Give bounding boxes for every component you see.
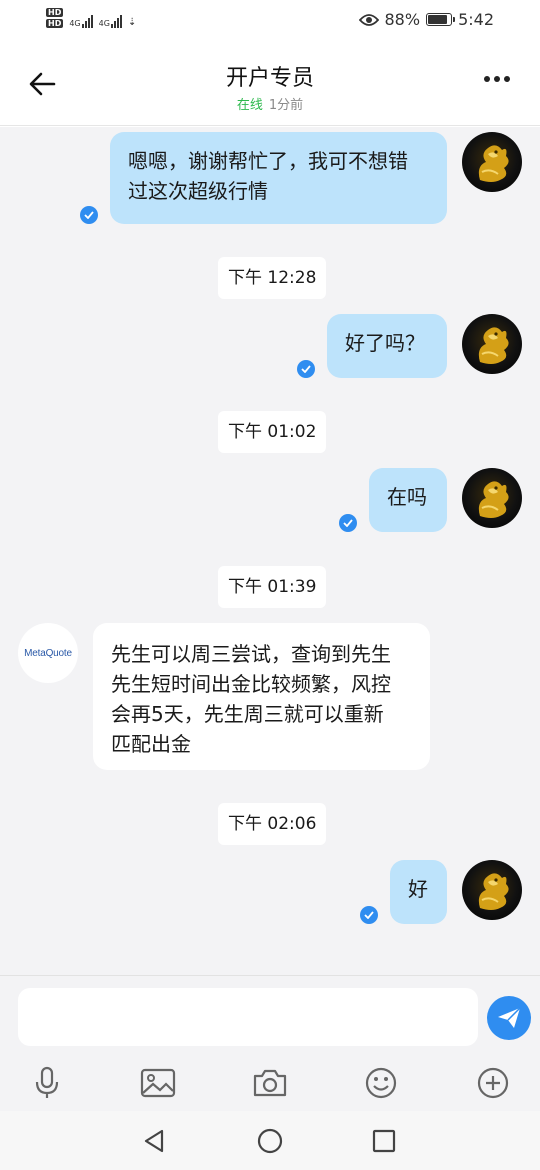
message-input[interactable] <box>18 988 478 1046</box>
message-bubble-outgoing[interactable]: 好 <box>390 860 447 924</box>
gallery-button[interactable] <box>135 1060 181 1106</box>
timestamp-chip: 下午 01:02 <box>218 411 327 453</box>
message-bubble-outgoing[interactable]: 在吗 <box>369 468 447 532</box>
data-activity-icon: ⇣ <box>127 17 137 28</box>
status-left: HD HD 4G 4G ⇣ <box>46 8 136 30</box>
network-type-a: 4G <box>69 19 81 28</box>
dragon-avatar-icon <box>478 145 509 182</box>
more-dots-icon <box>484 76 490 82</box>
timestamp-chip: 下午 01:39 <box>218 566 327 608</box>
send-icon <box>498 1007 521 1028</box>
battery-fill <box>428 15 448 24</box>
status-bar: HD HD 4G 4G ⇣ 88% 5:42 <box>0 0 540 44</box>
composer <box>0 975 540 1111</box>
home-circle-icon <box>257 1128 283 1154</box>
message-bubble-outgoing[interactable]: 嗯嗯，谢谢帮忙了，我可不想错 过这次超级行情 <box>110 132 447 224</box>
message-text: 好 <box>408 877 428 901</box>
emoji-button[interactable] <box>358 1060 404 1106</box>
read-check-icon <box>360 906 378 924</box>
message-text: 先生短时间出金比较频繁，风控 <box>111 672 391 696</box>
message-text: 嗯嗯，谢谢帮忙了，我可不想错 <box>128 149 408 173</box>
signal-icon: 4G <box>69 10 93 28</box>
attach-more-button[interactable] <box>470 1060 516 1106</box>
more-dot <box>494 76 500 82</box>
status-right: 88% 5:42 <box>358 10 494 29</box>
emoji-icon <box>365 1067 397 1099</box>
system-nav-bar <box>0 1111 540 1170</box>
signal-icon-2: 4G <box>99 10 122 28</box>
timestamp-chip: 下午 12:28 <box>218 257 327 299</box>
message-bubble-incoming[interactable]: 先生可以周三尝试，查询到先生 先生短时间出金比较频繁，风控 会再5天，先生周三就… <box>93 623 430 770</box>
hd-icon: HD HD <box>46 8 64 28</box>
nav-recents-button[interactable] <box>368 1125 400 1157</box>
battery-icon <box>426 13 456 26</box>
eye-icon <box>358 13 379 26</box>
avatar[interactable] <box>462 132 522 192</box>
nav-home-button[interactable] <box>254 1125 286 1157</box>
dragon-avatar-icon <box>478 327 509 364</box>
camera-button[interactable] <box>247 1060 293 1106</box>
message-bubble-outgoing[interactable]: 好了吗？ <box>327 314 447 378</box>
read-check-icon <box>297 360 315 378</box>
message-text: 先生可以周三尝试，查询到先生 <box>111 642 391 666</box>
read-check-icon <box>80 206 98 224</box>
read-check-icon <box>339 514 357 532</box>
more-dot <box>504 76 510 82</box>
back-triangle-icon <box>144 1129 164 1153</box>
online-label: 在线 <box>236 98 263 113</box>
avatar[interactable] <box>462 860 522 920</box>
send-button[interactable] <box>487 996 531 1040</box>
composer-toolbar <box>0 1060 540 1106</box>
message-text: 在吗 <box>387 485 427 509</box>
clock: 5:42 <box>458 10 494 29</box>
timestamp-chip: 下午 02:06 <box>218 803 327 845</box>
metaquote-logo: MetaQuote <box>24 647 72 659</box>
image-icon <box>140 1068 176 1098</box>
camera-icon <box>253 1069 287 1097</box>
chat-header: 开户专员 在线 1分前 <box>0 44 540 126</box>
dragon-avatar-icon <box>478 481 509 518</box>
nav-back-button[interactable] <box>138 1125 170 1157</box>
more-options-button[interactable] <box>484 76 510 82</box>
battery-percent: 88% <box>384 10 421 29</box>
message-list[interactable]: 嗯嗯，谢谢帮忙了，我可不想错 过这次超级行情 下午 12:28 好了吗？ 下午 … <box>0 127 540 975</box>
avatar[interactable] <box>462 314 522 374</box>
avatar[interactable]: MetaQuote <box>18 623 78 683</box>
microphone-icon <box>35 1066 59 1098</box>
message-text: 过这次超级行情 <box>128 179 268 203</box>
dragon-avatar-icon <box>478 873 509 910</box>
network-type-b: 4G <box>98 19 110 28</box>
recents-square-icon <box>372 1129 396 1153</box>
avatar[interactable] <box>462 468 522 528</box>
message-text: 好了吗？ <box>345 331 425 355</box>
microphone-button[interactable] <box>24 1060 70 1106</box>
last-seen: 1分前 <box>268 98 304 113</box>
presence-status: 在线 1分前 <box>0 94 540 113</box>
contact-name: 开户专员 <box>225 66 314 91</box>
message-text: 匹配出金 <box>111 732 191 756</box>
message-text: 会再5天，先生周三就可以重新 <box>111 702 384 726</box>
plus-circle-icon <box>477 1067 509 1099</box>
